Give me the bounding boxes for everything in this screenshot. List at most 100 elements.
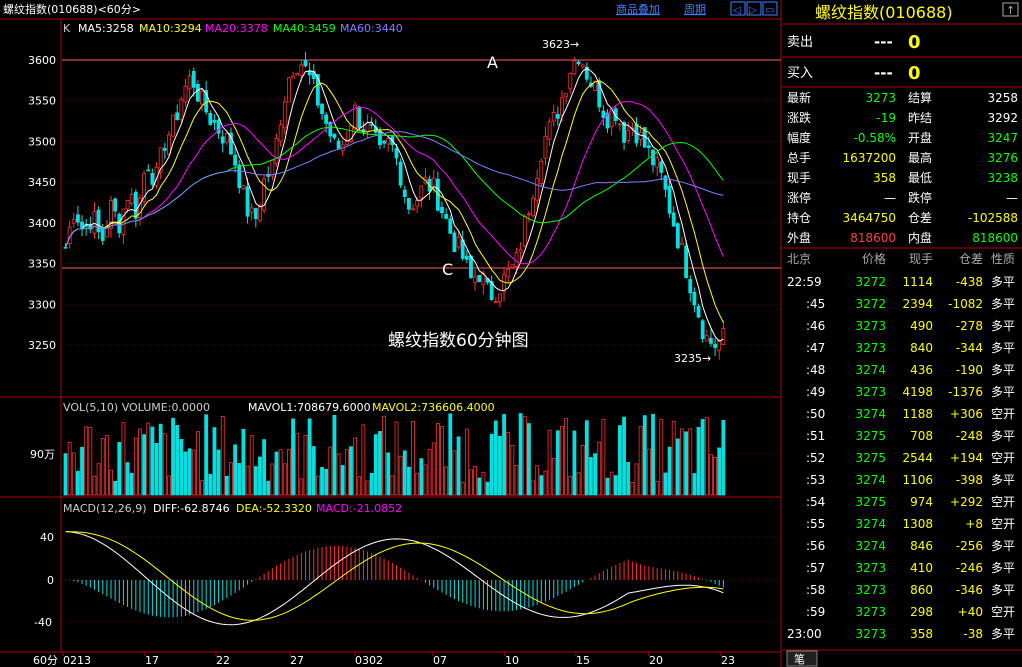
volume-bar <box>407 466 411 496</box>
candle-body <box>713 343 717 348</box>
candle-body <box>295 73 300 76</box>
candle-body <box>671 212 676 227</box>
volume-bar <box>237 463 242 496</box>
volume-bar <box>373 434 378 496</box>
label-a: A <box>487 53 498 72</box>
tick-oi-change: +306 <box>950 407 983 421</box>
volume-bar <box>630 482 635 496</box>
volume-bar <box>328 446 333 496</box>
sell-price: --- <box>874 33 893 51</box>
candle-body <box>237 164 242 189</box>
overlay-menu[interactable]: 商品叠加 <box>616 2 660 16</box>
candle-body <box>233 154 238 166</box>
candle-body <box>253 208 258 220</box>
candle-body <box>547 121 552 140</box>
macd-dea: DEA:-52.3320 <box>236 502 312 515</box>
volume-bar <box>634 463 639 496</box>
candle-body <box>506 269 511 278</box>
volume-bar <box>527 423 531 496</box>
up-arrow-icon: ↑ <box>1006 4 1015 17</box>
volume-bar <box>613 475 618 496</box>
tick-volume: 860 <box>910 583 933 597</box>
volume-bar <box>167 475 171 496</box>
stat-value: 3238 <box>987 171 1018 185</box>
candle-body <box>96 209 101 233</box>
candle-body <box>303 60 308 67</box>
arrow-left-icon: ◁ <box>733 5 741 16</box>
candle-body <box>249 207 254 213</box>
price-tick-label: 3500 <box>28 135 56 148</box>
ma10-label: MA10:3294 <box>139 22 202 35</box>
macd-tick-neg40: -40 <box>34 616 52 629</box>
candle-body <box>187 75 192 90</box>
stat-value: 3276 <box>987 151 1018 165</box>
candle-body <box>473 276 478 283</box>
tick-price: 3272 <box>855 297 886 311</box>
candle-body <box>618 123 622 126</box>
candle-body <box>241 185 246 190</box>
x-axis-label: 17 <box>145 654 159 667</box>
tick-volume: 4198 <box>902 385 933 399</box>
candle-body <box>572 60 577 75</box>
volume-bar <box>96 463 101 496</box>
tick-nature: 空开 <box>991 407 1015 421</box>
volume-bar <box>365 480 370 496</box>
volume-bar <box>659 418 664 496</box>
candle-body <box>692 291 697 306</box>
volume-bar <box>456 436 461 496</box>
volume-bar <box>411 420 415 496</box>
volume-bar <box>382 415 386 496</box>
stat-value: -19 <box>876 111 896 125</box>
candle-body <box>522 215 527 247</box>
tick-price: 3275 <box>855 429 886 443</box>
tick-time: :45 <box>806 297 825 311</box>
candle-body <box>700 320 705 340</box>
period-menu[interactable]: 周期 <box>684 3 706 16</box>
candle-body <box>162 147 167 151</box>
volume-bar <box>216 449 221 496</box>
tick-time: :51 <box>806 429 825 443</box>
candle-body <box>287 77 291 103</box>
volume-bar <box>121 422 126 496</box>
tick-nature: 多平 <box>991 297 1015 311</box>
stat-label: 外盘 <box>787 230 811 245</box>
ma20-label: MA20:3378 <box>205 22 268 35</box>
volume-bar <box>104 435 109 496</box>
stat-value: 3247 <box>987 131 1018 145</box>
volume-bar <box>332 415 337 496</box>
tick-oi-change: +40 <box>958 605 983 619</box>
tick-nature: 空开 <box>991 605 1015 619</box>
tick-time: :57 <box>806 561 825 575</box>
tick-time: 23:00 <box>787 627 822 641</box>
tick-nature: 多平 <box>991 627 1015 641</box>
volume-bar <box>506 432 511 496</box>
tick-volume: 1308 <box>902 517 933 531</box>
chart-canvas: 螺纹指数(010688)<60分> 商品叠加 周期 ◁ ▷ ▭ K MA5:32… <box>0 0 1022 667</box>
tick-volume: 2394 <box>902 297 933 311</box>
stat-value: 358 <box>873 171 896 185</box>
tick-price: 3273 <box>855 319 886 333</box>
candle-body <box>667 185 672 214</box>
volume-bar <box>229 462 233 496</box>
candle-body <box>721 328 726 345</box>
buy-volume: 0 <box>908 63 921 84</box>
volume-bar <box>233 444 238 496</box>
candle-body <box>452 232 457 253</box>
stat-label: 总手 <box>787 151 811 165</box>
stat-label: 最高 <box>908 150 932 165</box>
candle-body <box>407 197 411 210</box>
candle-body <box>626 129 631 141</box>
volume-bar <box>580 444 585 496</box>
macd-value: MACD:-21.0852 <box>316 502 402 515</box>
candle-body <box>336 140 341 149</box>
stat-value: 3464750 <box>843 211 896 225</box>
volume-bar <box>390 475 395 496</box>
volume-bar <box>605 477 610 496</box>
volume-bar <box>84 426 89 496</box>
candle-body <box>320 103 324 114</box>
vol-header: VOL(5,10) VOLUME:0.0000 <box>63 401 210 414</box>
volume-bar <box>278 449 283 496</box>
tick-nature: 多平 <box>991 429 1015 443</box>
volume-bar <box>638 425 643 496</box>
macd-bars <box>69 545 724 618</box>
